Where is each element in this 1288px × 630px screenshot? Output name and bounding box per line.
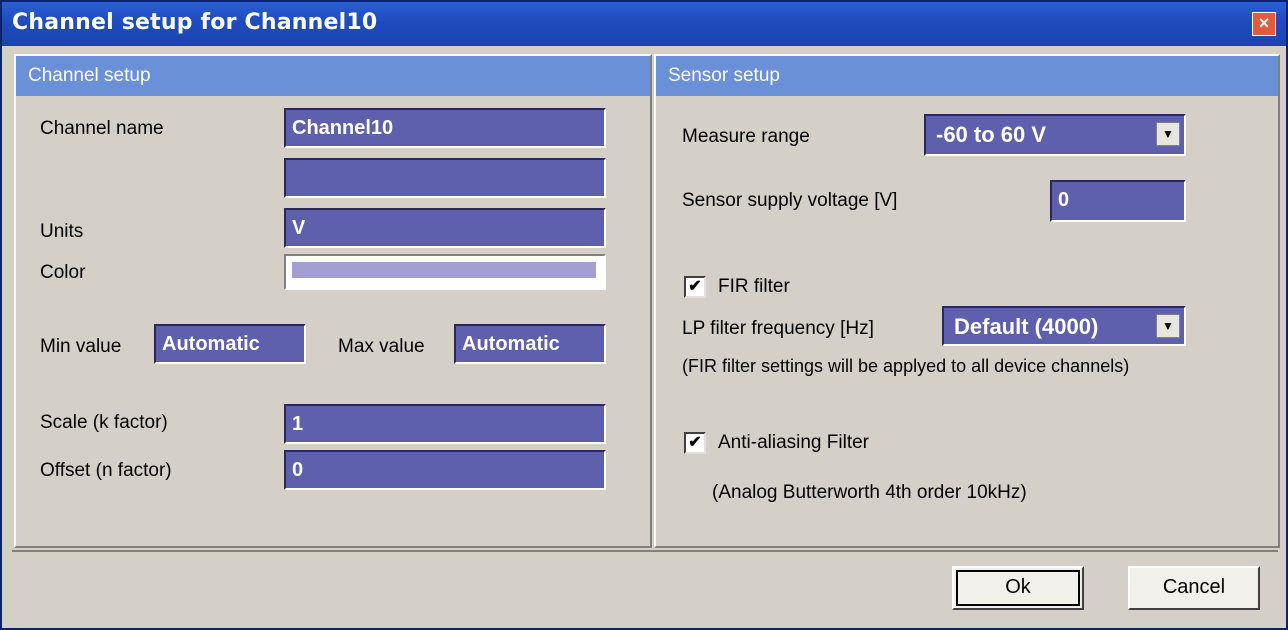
max-value-label: Max value xyxy=(338,336,425,357)
supply-voltage-input[interactable]: 0 xyxy=(1050,180,1186,222)
offset-label: Offset (n factor) xyxy=(40,460,172,481)
channel-setup-panel: Channel setup Channel name Channel10 Uni… xyxy=(14,54,652,548)
offset-input[interactable]: 0 xyxy=(284,450,606,490)
title-bar[interactable]: Channel setup for Channel10 × xyxy=(2,2,1286,46)
footer-divider xyxy=(12,550,1278,552)
units-label: Units xyxy=(40,221,84,242)
close-icon[interactable]: × xyxy=(1252,12,1276,36)
scale-input[interactable]: 1 xyxy=(284,404,606,444)
sensor-setup-header: Sensor setup xyxy=(656,56,1278,96)
channel-description-input[interactable] xyxy=(284,158,606,198)
measure-range-label: Measure range xyxy=(682,126,810,147)
anti-aliasing-label: Anti-aliasing Filter xyxy=(718,432,869,453)
fir-note: (FIR filter settings will be applyed to … xyxy=(682,356,1130,376)
dialog-window: Channel setup for Channel10 × Channel se… xyxy=(0,0,1288,630)
min-value-label: Min value xyxy=(40,336,122,357)
chevron-down-icon[interactable]: ▼ xyxy=(1156,122,1180,146)
lp-frequency-select[interactable]: Default (4000) ▼ xyxy=(942,306,1186,346)
checkmark-icon: ✔ xyxy=(688,434,702,451)
fir-filter-label: FIR filter xyxy=(718,276,790,297)
color-picker[interactable] xyxy=(284,254,606,290)
chevron-down-icon[interactable]: ▼ xyxy=(1156,314,1180,338)
lp-frequency-label: LP filter frequency [Hz] xyxy=(682,318,874,339)
channel-name-label: Channel name xyxy=(40,118,164,139)
anti-aliasing-checkbox[interactable]: ✔ xyxy=(684,432,706,454)
color-swatch xyxy=(292,262,596,278)
checkmark-icon: ✔ xyxy=(688,278,702,295)
channel-name-input[interactable]: Channel10 xyxy=(284,108,606,148)
supply-voltage-label: Sensor supply voltage [V] xyxy=(682,190,898,211)
min-value-input[interactable]: Automatic xyxy=(154,324,306,364)
measure-range-select[interactable]: -60 to 60 V ▼ xyxy=(924,114,1186,156)
max-value-input[interactable]: Automatic xyxy=(454,324,606,364)
measure-range-value: -60 to 60 V xyxy=(936,122,1047,147)
anti-aliasing-note: (Analog Butterworth 4th order 10kHz) xyxy=(712,482,1027,503)
color-label: Color xyxy=(40,262,86,283)
fir-filter-checkbox[interactable]: ✔ xyxy=(684,276,706,298)
window-title: Channel setup for Channel10 xyxy=(12,10,378,35)
cancel-button[interactable]: Cancel xyxy=(1128,566,1260,610)
units-input[interactable]: V xyxy=(284,208,606,248)
scale-label: Scale (k factor) xyxy=(40,412,168,433)
ok-button[interactable]: Ok xyxy=(952,566,1084,610)
sensor-setup-panel: Sensor setup Measure range -60 to 60 V ▼… xyxy=(654,54,1280,548)
lp-frequency-value: Default (4000) xyxy=(954,314,1099,339)
channel-setup-header: Channel setup xyxy=(16,56,650,96)
